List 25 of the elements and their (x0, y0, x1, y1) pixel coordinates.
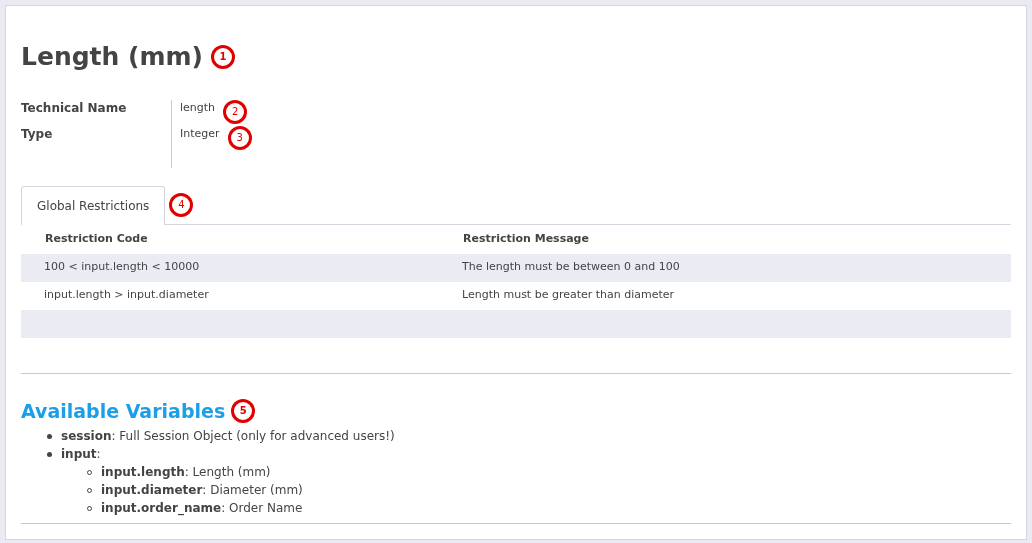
property-label: Technical Name (21, 100, 128, 117)
bullet-icon (47, 452, 52, 457)
variable-description: input.order_name: Order Name (101, 501, 303, 515)
annotation-marker: 1 (211, 45, 235, 69)
page-title: Length (mm) (21, 42, 203, 72)
table-cell: Length must be greater than diameter (439, 281, 1011, 310)
variable-description: input: (61, 447, 101, 461)
property-value: Integer (180, 126, 220, 142)
property-value: length (180, 100, 216, 116)
section-heading: Available Variables (21, 398, 226, 424)
column-header: Restriction Message (439, 225, 1011, 254)
annotation-marker: 4 (169, 193, 194, 217)
column-header: Restriction Code (21, 225, 439, 254)
annotation-marker: 5 (231, 398, 256, 423)
property-label: Type (21, 126, 54, 143)
variable-description: input.diameter: Diameter (mm) (101, 483, 303, 497)
table-cell: input.length > input.diameter (21, 281, 439, 310)
tab[interactable]: Global Restrictions (21, 186, 166, 225)
annotation-marker: 3 (227, 126, 252, 150)
variable-description: input.length: Length (mm) (101, 465, 271, 479)
bullet-icon (47, 434, 52, 439)
annotation-marker: 2 (223, 100, 248, 124)
table-cell: The length must be between 0 and 100 (439, 253, 1011, 282)
variable-description: session: Full Session Object (only for advanced users!) (61, 429, 395, 443)
table-cell: 100 < input.length < 10000 (21, 253, 439, 282)
